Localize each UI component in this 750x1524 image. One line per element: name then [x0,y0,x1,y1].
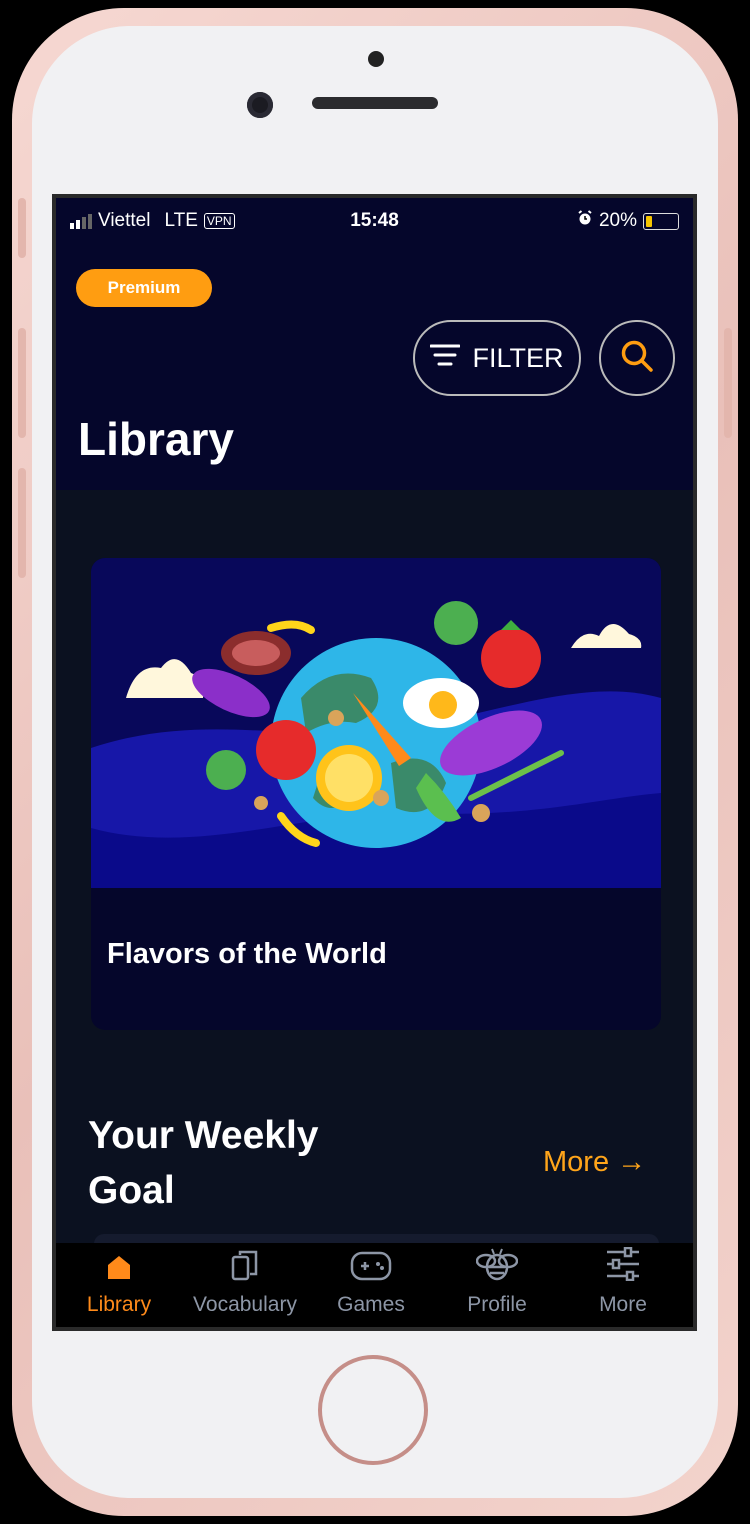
home-icon [105,1253,133,1287]
tab-label: Library [86,1293,152,1316]
power-button [724,328,732,438]
proximity-sensor [368,51,384,67]
status-bar: Viettel LTE VPN 15:48 20% [56,198,693,242]
battery-percent: 20% [598,210,637,231]
volume-up-button [18,328,26,438]
tab-vocabulary[interactable]: Vocabulary [182,1243,308,1327]
app-screen: Viettel LTE VPN 15:48 20% Premium FILTER… [52,194,697,1331]
earpiece-speaker [312,97,438,109]
tab-label: Vocabulary [193,1293,297,1316]
alarm-icon [577,210,593,232]
tab-label: More [599,1293,647,1316]
bee-icon [475,1245,519,1287]
tab-more[interactable]: More [560,1243,686,1327]
tab-bar: Library Vocabulary Games Profile More [56,1243,693,1327]
filter-icon [429,343,461,374]
premium-badge[interactable]: Premium [76,269,212,307]
tab-library[interactable]: Library [56,1243,182,1327]
tab-games[interactable]: Games [308,1243,434,1327]
volume-down-button [18,468,26,578]
search-icon [619,338,655,379]
search-button[interactable] [599,320,675,396]
weekly-goal-more-link[interactable]: More → [543,1146,646,1179]
front-camera [247,92,273,118]
tab-label: Profile [467,1293,527,1316]
tab-profile[interactable]: Profile [434,1243,560,1327]
gamepad-icon [350,1251,392,1287]
card-title: Flavors of the World [107,938,387,970]
featured-course-card[interactable]: Flavors of the World [91,558,661,1030]
sliders-icon [605,1246,641,1287]
tab-label: Games [337,1293,405,1316]
weekly-goal-title: Your Weekly Goal [88,1114,319,1212]
filter-label: FILTER [472,342,564,373]
battery-icon [643,212,679,230]
filter-button[interactable]: FILTER [413,320,581,396]
mute-switch [18,198,26,258]
home-button[interactable] [318,1355,428,1465]
cards-icon [230,1249,260,1287]
page-title: Library [78,413,234,465]
world-food-illustration [91,558,661,888]
